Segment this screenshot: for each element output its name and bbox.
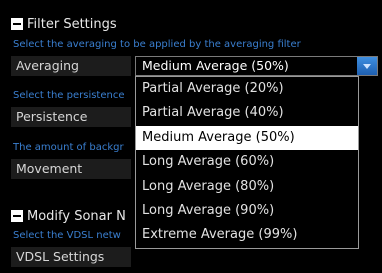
dropdown-option-medium-50[interactable]: Medium Average (50%) xyxy=(136,125,358,151)
filter-settings-title: Filter Settings xyxy=(27,16,117,32)
dropdown-option-long-60[interactable]: Long Average (60%) xyxy=(136,150,358,174)
vdsl-label: VDSL Settings xyxy=(11,247,131,267)
dropdown-option-long-80[interactable]: Long Average (80%) xyxy=(136,175,358,199)
averaging-select-value: Medium Average (50%) xyxy=(142,58,289,73)
filter-settings-header[interactable]: Filter Settings xyxy=(11,16,117,32)
dropdown-option-long-90[interactable]: Long Average (90%) xyxy=(136,199,358,223)
collapse-icon[interactable] xyxy=(11,18,23,30)
persistence-label: Persistence xyxy=(11,107,131,127)
averaging-label: Averaging xyxy=(11,56,131,76)
dropdown-option-partial-40[interactable]: Partial Average (40%) xyxy=(136,101,358,125)
movement-description: The amount of backgr xyxy=(13,142,124,153)
persistence-description: Select the persistence xyxy=(13,90,125,101)
dropdown-option-extreme-99[interactable]: Extreme Average (99%) xyxy=(136,223,358,247)
modify-sonar-title: Modify Sonar N xyxy=(27,208,126,224)
averaging-dropdown-list[interactable]: Partial Average (20%) Partial Average (4… xyxy=(135,76,359,249)
averaging-description: Select the averaging to be applied by th… xyxy=(13,39,301,50)
movement-label: Movement xyxy=(11,159,131,179)
dropdown-arrow-icon[interactable] xyxy=(357,57,377,75)
averaging-select[interactable]: Medium Average (50%) xyxy=(135,56,378,76)
collapse-icon[interactable] xyxy=(11,210,23,222)
vdsl-description: Select the VDSL netw xyxy=(13,230,121,241)
dropdown-option-partial-20[interactable]: Partial Average (20%) xyxy=(136,77,358,101)
modify-sonar-header[interactable]: Modify Sonar N xyxy=(11,208,142,224)
